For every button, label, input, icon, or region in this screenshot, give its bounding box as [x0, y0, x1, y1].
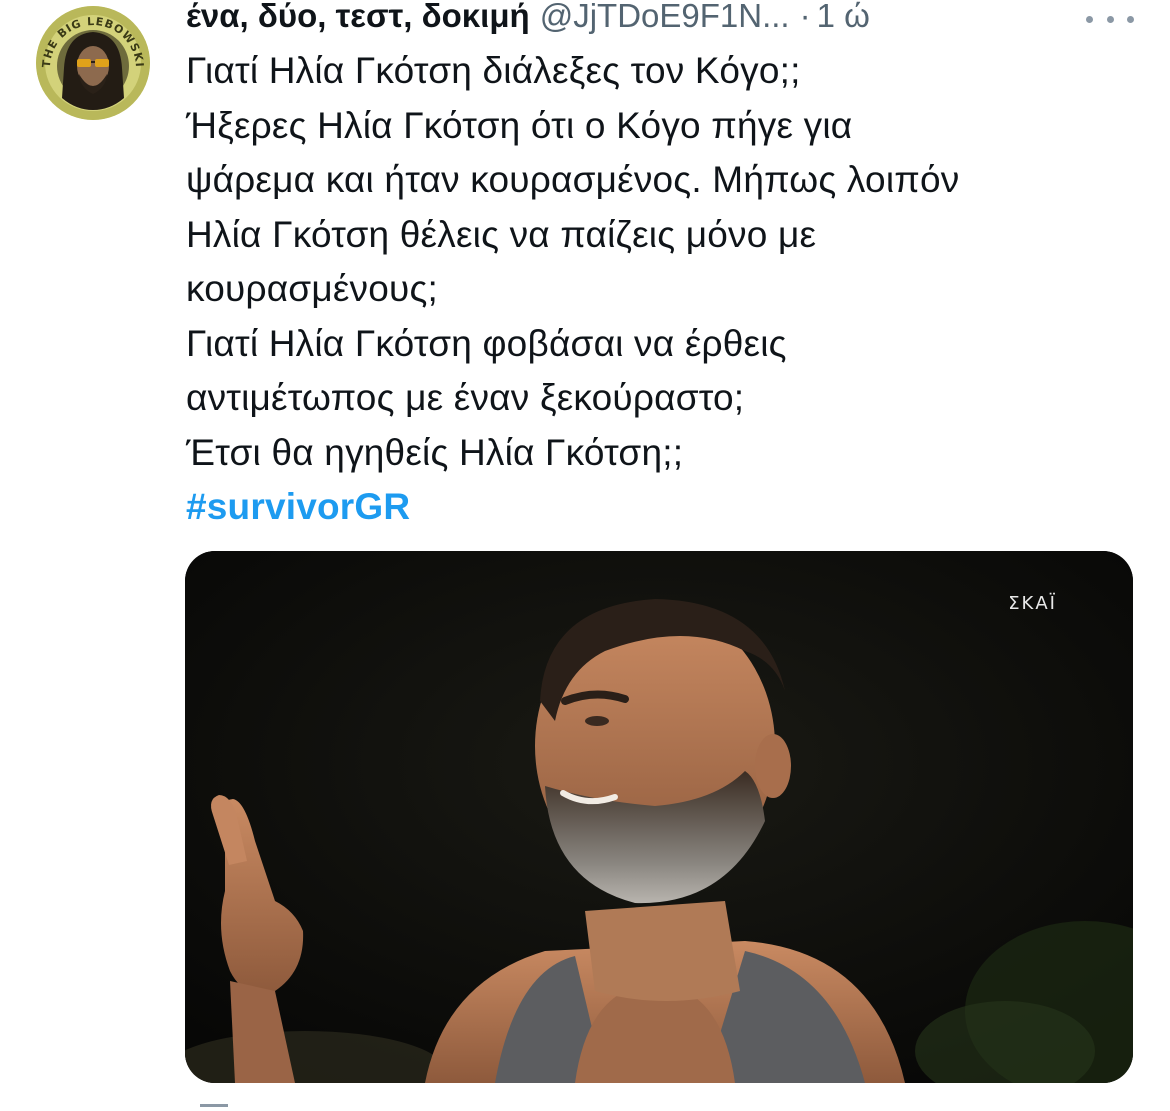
tweet-text-line: Ηλία Γκότση θέλεις να παίζεις μόνο με — [186, 213, 817, 255]
tweet-text-line: Γιατί Ηλία Γκότση φοβάσαι να έρθεις — [186, 322, 787, 364]
tweet-text-line: αντιμέτωπος με έναν ξεκούραστο; — [186, 377, 745, 418]
action-bar-hint — [200, 1104, 228, 1107]
tweet-text-line: Γιατί Ηλία Γκότση διάλεξες τον Κόγο;; — [186, 50, 801, 91]
tweet-text-line: κουρασμένους; — [186, 268, 438, 309]
user-handle[interactable]: @JjTDoE9F1N... — [540, 0, 790, 34]
channel-watermark: ΣΚΑΪ — [1008, 593, 1057, 614]
avatar[interactable]: THE BIG LEBOWSKI — [36, 6, 150, 120]
hashtag-link[interactable]: #survivorGR — [186, 480, 1146, 535]
display-name[interactable]: ένα, δύο, τεστ, δοκιμή — [186, 0, 530, 34]
tweet-media-image[interactable]: ΣΚΑΪ — [185, 551, 1133, 1083]
tweet[interactable]: THE BIG LEBOWSKI ένα, δύο, τεστ, δοκιμή @… — [0, 0, 1170, 1111]
media-photo — [185, 551, 1133, 1083]
tweet-text-line: ψάρεμα και ήταν κουρασμένος. Μήπως λοιπό… — [186, 159, 960, 200]
more-dot — [1127, 15, 1134, 23]
more-horizontal-icon[interactable] — [1086, 4, 1134, 34]
avatar-image: THE BIG LEBOWSKI — [36, 6, 150, 120]
tweet-text: Γιατί Ηλία Γκότση διάλεξες τον Κόγο;; Ήξ… — [186, 44, 1146, 535]
separator-dot: · — [799, 0, 811, 34]
more-dot — [1086, 15, 1093, 23]
timestamp[interactable]: 1 ώ — [817, 0, 870, 34]
tweet-text-line: Ήξερες Ηλία Γκότση ότι ο Κόγο πήγε για — [186, 104, 853, 146]
tweet-text-line: Έτσι θα ηγηθείς Ηλία Γκότση;; — [186, 431, 684, 473]
more-dot — [1106, 15, 1114, 23]
tweet-header: ένα, δύο, τεστ, δοκιμή @JjTDoE9F1N... · 1 ώ — [186, 0, 1146, 36]
